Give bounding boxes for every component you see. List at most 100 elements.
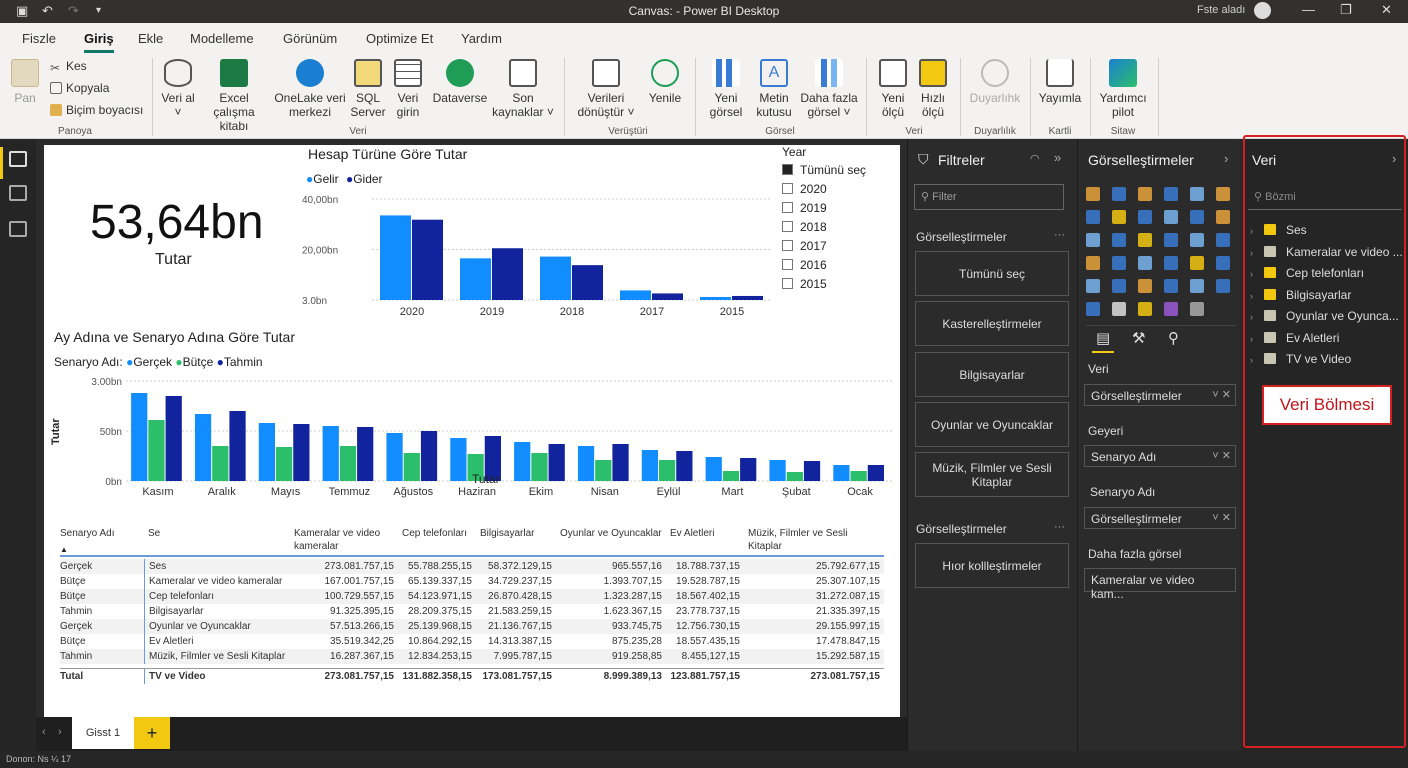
expand-chevron-icon[interactable]: › xyxy=(1250,312,1260,322)
tab-modeling[interactable]: Modelleme xyxy=(190,31,254,46)
visual-type-icon[interactable] xyxy=(1164,210,1178,224)
chart1-bar-gelir-2015[interactable] xyxy=(700,296,731,300)
chart2-bar-gerçek-Ocak[interactable] xyxy=(833,465,850,481)
well-field-scenario[interactable]: Görselleştirmeler ˅ ✕ xyxy=(1084,507,1236,529)
chart2-bar-tahmin-Ekim[interactable] xyxy=(548,444,565,481)
chart2-bar-tahmin-Mayıs[interactable] xyxy=(293,424,310,481)
data-field-table[interactable]: › Cep telefonları xyxy=(1250,266,1364,280)
excel-workbook-button[interactable]: Excel çalışma kitabı xyxy=(198,59,270,133)
more-visuals-field[interactable]: Kameralar ve video kam... xyxy=(1084,568,1236,601)
chart2-bar-bütçe-Mayıs[interactable] xyxy=(276,447,293,481)
visual-type-icon[interactable] xyxy=(1164,233,1178,247)
chart1-bar-gider-2019[interactable] xyxy=(492,248,523,300)
chart1-bar-gelir-2017[interactable] xyxy=(620,290,651,300)
add-page-button[interactable]: + xyxy=(134,717,170,749)
tab-insert[interactable]: Ekle xyxy=(138,31,163,46)
new-visual-button[interactable]: Yeni görsel xyxy=(704,59,748,119)
data-search-input[interactable]: ⚲ Bözmi xyxy=(1248,184,1402,210)
visual-type-icon[interactable] xyxy=(1190,210,1204,224)
remove-field-icon[interactable]: ˅ ✕ xyxy=(1212,449,1231,462)
slicer-item-2016[interactable]: 2016 xyxy=(782,258,827,272)
chart2-bar-tahmin-Şubat[interactable] xyxy=(803,461,821,481)
table-header-cell[interactable]: Müzik, Filmler ve Sesli Kitaplar xyxy=(748,527,880,553)
visual-type-icon[interactable] xyxy=(1190,233,1204,247)
close-icon[interactable]: ✕ xyxy=(1381,2,1392,18)
visual-type-icon[interactable] xyxy=(1086,187,1100,201)
slicer-item-2019[interactable]: 2019 xyxy=(782,201,827,215)
expand-chevron-icon[interactable]: › xyxy=(1250,334,1260,344)
chart2-bar-gerçek-Haziran[interactable] xyxy=(450,438,467,481)
table-header-cell[interactable]: Kameralar ve video kameralar xyxy=(294,527,394,553)
chart2-bar-gerçek-Temmuz[interactable] xyxy=(322,426,339,481)
visual-type-icon[interactable] xyxy=(1190,256,1204,270)
slicer-item-2015[interactable]: 2015 xyxy=(782,277,827,291)
visual-type-icon[interactable] xyxy=(1138,210,1152,224)
recent-sources-button[interactable]: Son kaynaklar ˅ xyxy=(490,59,556,119)
chart1-bar-gider-2018[interactable] xyxy=(572,265,603,300)
table-row[interactable]: Bütçe Ev Aletleri 35.519.342,25 10.864.292,… xyxy=(60,634,884,649)
chart2-bar-bütçe-Şubat[interactable] xyxy=(786,472,803,481)
table-header-cell[interactable]: Bilgisayarlar xyxy=(480,527,552,540)
table-header-cell[interactable]: Ev Aletleri xyxy=(670,527,740,540)
chart2-bar-gerçek-Ağustos[interactable] xyxy=(386,433,403,481)
chart2-bar-bütçe-Eylül[interactable] xyxy=(659,460,676,481)
chart1-bar-gelir-2018[interactable] xyxy=(540,256,571,300)
data-field-table[interactable]: › Kameralar ve video ... xyxy=(1250,245,1403,259)
data-field-table[interactable]: › Bilgisayarlar xyxy=(1250,288,1351,302)
visual-type-icon[interactable] xyxy=(1086,210,1100,224)
visual-type-icon[interactable] xyxy=(1112,302,1126,316)
table-row[interactable]: Gerçek Oyunlar ve Oyuncaklar 57.513.266,15… xyxy=(60,619,884,634)
expand-chevron-icon[interactable]: › xyxy=(1250,248,1260,258)
collapse-filters-icon[interactable]: » xyxy=(1054,150,1061,165)
chart2-bar-tahmin-Temmuz[interactable] xyxy=(357,427,374,481)
visual-type-icon[interactable] xyxy=(1086,233,1100,247)
chart2-bar-gerçek-Kasım[interactable] xyxy=(131,393,148,481)
chart1-bar-gider-2017[interactable] xyxy=(652,293,683,300)
visual-type-icon[interactable] xyxy=(1138,187,1152,201)
more-visuals-button[interactable]: Daha fazla görsel ˅ xyxy=(798,59,860,119)
visual-type-icon[interactable] xyxy=(1086,256,1100,270)
table-row[interactable]: Tahmin Müzik, Filmler ve Sesli Kitaplar 16… xyxy=(60,649,884,664)
chart1-legend-gelir[interactable]: Gelir xyxy=(313,172,338,186)
chart2-bar-tahmin-Mart[interactable] xyxy=(740,458,757,481)
slicer-item-2020[interactable]: 2020 xyxy=(782,182,827,196)
table-view-icon[interactable] xyxy=(9,185,27,201)
sensitivity-button[interactable]: Duyarlıhk xyxy=(966,59,1024,105)
table-header-cell[interactable]: Oyunlar ve Oyuncaklar xyxy=(560,527,662,540)
filter-button-cameras[interactable]: Kasterelleştirmeler xyxy=(915,301,1069,346)
expand-chevron-icon[interactable]: › xyxy=(1250,269,1260,279)
chart2-bar-bütçe-Ağustos[interactable] xyxy=(403,453,420,481)
format-visual-icon[interactable]: ⚒ xyxy=(1132,329,1145,347)
chart2-bar-bütçe-Nisan[interactable] xyxy=(595,460,612,481)
sort-ascending-icon[interactable]: ▲ xyxy=(60,545,68,554)
visual-type-icon[interactable] xyxy=(1216,279,1230,293)
chart1-bar-gelir-2019[interactable] xyxy=(460,258,491,300)
next-page-icon[interactable]: › xyxy=(58,726,62,738)
data-field-table[interactable]: › Ses xyxy=(1250,223,1307,237)
chart2-bar-bütçe-Aralık[interactable] xyxy=(212,446,229,481)
chart2-bar-tahmin-Ağustos[interactable] xyxy=(420,431,438,481)
filter-button-computers[interactable]: Bilgisayarlar xyxy=(915,352,1069,397)
slicer-checkbox[interactable] xyxy=(782,183,793,194)
refresh-button[interactable]: Yenile xyxy=(644,59,686,105)
visual-type-icon[interactable] xyxy=(1112,210,1126,224)
quick-measure-button[interactable]: Hızlı ölçü xyxy=(914,59,952,119)
expand-chevron-icon[interactable]: › xyxy=(1250,291,1260,301)
chart2-bar-tahmin-Ocak[interactable] xyxy=(867,465,884,481)
enter-data-button[interactable]: Veri girin xyxy=(390,59,426,119)
paste-button[interactable]: Pan xyxy=(8,59,42,105)
model-view-icon[interactable] xyxy=(9,221,27,237)
filters-search-input[interactable]: ⚲ Filter xyxy=(914,184,1064,210)
sql-server-button[interactable]: SQL Server xyxy=(350,59,386,119)
table-header-cell[interactable]: Se xyxy=(148,527,288,540)
visual-type-icon[interactable] xyxy=(1086,302,1100,316)
expand-chevron-icon[interactable]: › xyxy=(1250,355,1260,365)
table-total-row[interactable]: Tutal TV ve Video 273.081.757,15 131.882.35… xyxy=(60,668,884,685)
publish-button[interactable]: Yayımla xyxy=(1036,59,1084,105)
tab-home[interactable]: Giriş xyxy=(84,31,114,53)
dataverse-button[interactable]: Dataverse xyxy=(430,59,490,105)
chart2-bar-gerçek-Mart[interactable] xyxy=(705,457,722,481)
build-visual-icon[interactable]: ▤ xyxy=(1096,329,1110,347)
slicer-checkbox[interactable] xyxy=(782,221,793,232)
minimize-icon[interactable]: — xyxy=(1302,2,1315,17)
